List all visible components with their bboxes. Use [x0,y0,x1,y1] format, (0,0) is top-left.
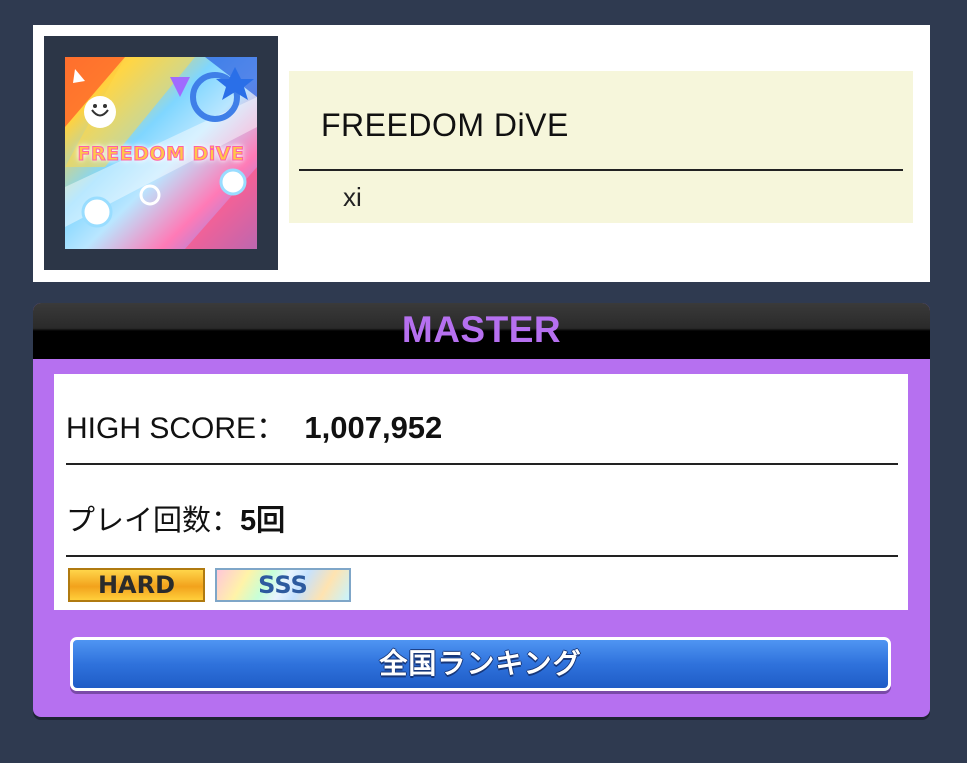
rank-badge: SSS [215,568,351,602]
difficulty-name: MASTER [401,309,562,350]
high-score-label: HIGH SCORE： [66,412,287,445]
national-ranking-button[interactable]: 全国ランキング [70,637,891,691]
song-info-box: FREEDOM DiVE xi [289,71,913,223]
song-panel: FREEDOM DiVE FREEDOM DiVE xi [33,25,930,282]
high-score-row: HIGH SCORE： 1,007,952 [66,403,442,447]
difficulty-panel: MASTER HIGH SCORE： 1,007,952 プレイ回数：5回 HA… [33,303,930,717]
title-divider [299,169,903,171]
jacket-title-text: FREEDOM DiVE [77,143,245,166]
high-score-value: 1,007,952 [304,410,443,445]
play-count-value: 5回 [240,505,286,537]
song-artist: xi [343,182,362,212]
jacket-frame: FREEDOM DiVE [44,36,278,270]
jacket-image[interactable]: FREEDOM DiVE [65,57,257,249]
song-title: FREEDOM DiVE [321,107,569,143]
play-count-label: プレイ回数： [66,505,241,537]
play-count-row: プレイ回数：5回 [66,497,285,539]
record-body: HIGH SCORE： 1,007,952 プレイ回数：5回 HARD SSS [54,374,908,610]
row-divider [66,463,898,465]
row-divider [66,555,898,557]
difficulty-header: MASTER [33,303,930,359]
clear-lamp-badge: HARD [68,568,205,602]
